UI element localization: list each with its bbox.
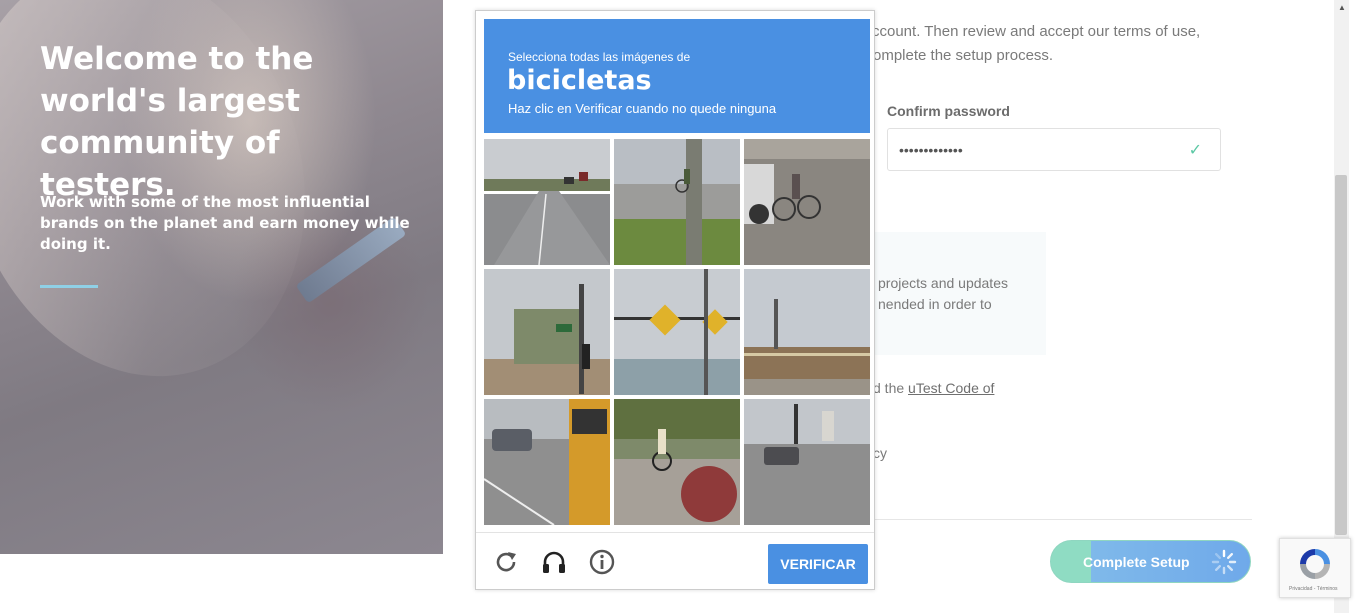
- captcha-image-grid: [484, 139, 870, 525]
- hero-subtitle: Work with some of the most influential b…: [40, 193, 410, 253]
- scroll-up-arrow-icon[interactable]: ▲: [1336, 3, 1348, 13]
- code-of-conduct-link[interactable]: uTest Code of: [908, 380, 994, 396]
- spinner-icon: [1211, 549, 1237, 575]
- hero-title: Welcome to the world's largest community…: [40, 41, 314, 203]
- captcha-select-text: Selecciona todas las imágenes de: [508, 50, 691, 64]
- captcha-tile-7[interactable]: [484, 399, 610, 525]
- policy-fragment: cy: [873, 445, 887, 461]
- captcha-header: Selecciona todas las imágenes de bicicle…: [484, 19, 870, 133]
- hero-accent-line: [40, 285, 98, 288]
- captcha-tile-3[interactable]: [744, 139, 870, 265]
- captcha-target-word: bicicletas: [507, 65, 652, 96]
- info-line2: nended in order to: [878, 296, 992, 312]
- recaptcha-badge[interactable]: Privacidad - Términos: [1279, 538, 1351, 598]
- scrollbar-thumb[interactable]: [1335, 175, 1347, 535]
- captcha-footer: VERIFICAR: [476, 532, 874, 590]
- complete-setup-button[interactable]: Complete Setup: [1050, 540, 1251, 583]
- captcha-tile-9[interactable]: [744, 399, 870, 525]
- hero-panel: Welcome to the world's largest community…: [0, 0, 443, 554]
- recaptcha-logo-icon: [1300, 549, 1330, 579]
- info-box: projects and updates nended in order to: [868, 232, 1046, 355]
- info-icon[interactable]: [588, 548, 616, 576]
- audio-headphones-icon[interactable]: [540, 548, 568, 576]
- form-intro-line2: omplete the setup process.: [873, 47, 1054, 64]
- captcha-dialog: Selecciona todas las imágenes de bicicle…: [475, 10, 875, 590]
- complete-setup-label: Complete Setup: [1083, 554, 1190, 570]
- check-icon: ✓: [1188, 142, 1202, 159]
- code-prefix: d the: [873, 380, 909, 396]
- code-of-conduct-text: d the uTest Code of: [873, 380, 994, 396]
- verify-button[interactable]: VERIFICAR: [768, 544, 868, 584]
- captcha-instruction: Haz clic en Verificar cuando no quede ni…: [508, 101, 777, 116]
- captcha-tile-5[interactable]: [614, 269, 740, 395]
- captcha-tile-6[interactable]: [744, 269, 870, 395]
- captcha-tile-8[interactable]: [614, 399, 740, 525]
- form-divider: [870, 519, 1252, 520]
- captcha-tile-4[interactable]: [484, 269, 610, 395]
- reload-icon[interactable]: [492, 548, 520, 576]
- form-intro-line1: ccount. Then review and accept our terms…: [872, 23, 1201, 40]
- recaptcha-terms[interactable]: Privacidad - Términos: [1289, 586, 1338, 592]
- confirm-password-value: •••••••••••••: [899, 142, 963, 158]
- captcha-tile-2[interactable]: [614, 139, 740, 265]
- confirm-password-field[interactable]: ••••••••••••• ✓: [887, 128, 1221, 171]
- captcha-tile-1[interactable]: [484, 139, 610, 265]
- confirm-password-label: Confirm password: [887, 103, 1010, 119]
- info-line1: projects and updates: [878, 275, 1008, 291]
